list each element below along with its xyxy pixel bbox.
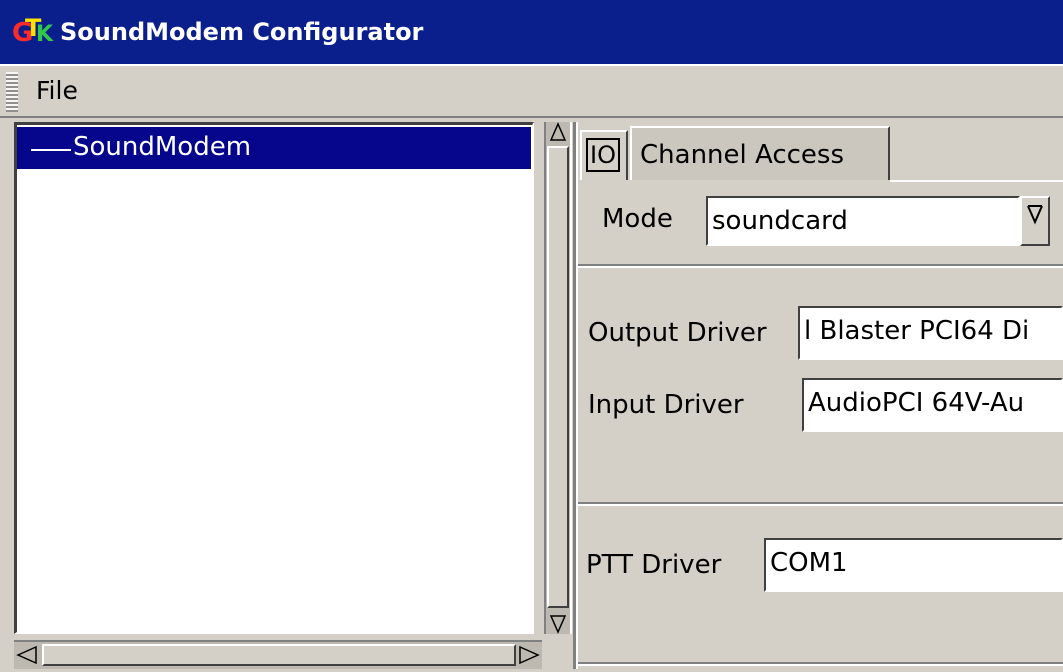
chevron-down-icon[interactable] [1020,196,1050,246]
menu-bar: File [0,64,1063,118]
mode-combo-entry[interactable]: soundcard [706,196,1020,246]
vertical-scrollbar[interactable] [544,122,572,634]
separator [578,662,1063,666]
tree-item-label: SoundModem [73,132,252,162]
arrow-left-icon[interactable] [16,644,38,666]
tree-view[interactable]: SoundModem [14,122,534,634]
arrow-right-icon[interactable] [518,644,540,666]
ptt-driver-field[interactable]: COM1 [764,538,1063,592]
pane-divider[interactable] [573,122,578,669]
menu-file[interactable]: File [36,76,78,105]
window-titlebar[interactable]: G T K SoundModem Configurator [0,0,1063,64]
tree-item-soundmodem[interactable]: SoundModem [17,127,531,169]
tab-channel-access[interactable]: Channel Access [630,126,890,180]
ptt-driver-label: PTT Driver [586,550,722,580]
mode-label: Mode [602,204,673,234]
input-driver-label: Input Driver [588,390,744,420]
separator [578,502,1063,506]
menu-grip-handle[interactable] [6,72,18,112]
horizontal-scrollbar[interactable] [14,640,542,669]
window-title: SoundModem Configurator [60,18,424,46]
vertical-scroll-thumb[interactable] [547,146,569,608]
gtk-logo-icon: G T K [12,14,54,48]
tab-io[interactable]: IO [580,130,628,180]
tab-io-label: IO [586,138,620,172]
output-driver-label: Output Driver [588,318,767,348]
input-driver-field[interactable]: AudioPCI 64V-Au [802,378,1063,432]
separator [578,264,1063,268]
tree-connector-line [31,149,71,151]
tab-panel-border [890,180,1063,182]
arrow-down-icon[interactable] [549,614,567,634]
arrow-up-icon[interactable] [549,122,567,142]
output-driver-field[interactable]: l Blaster PCI64 Di [798,306,1063,360]
horizontal-scroll-thumb[interactable] [42,644,516,666]
